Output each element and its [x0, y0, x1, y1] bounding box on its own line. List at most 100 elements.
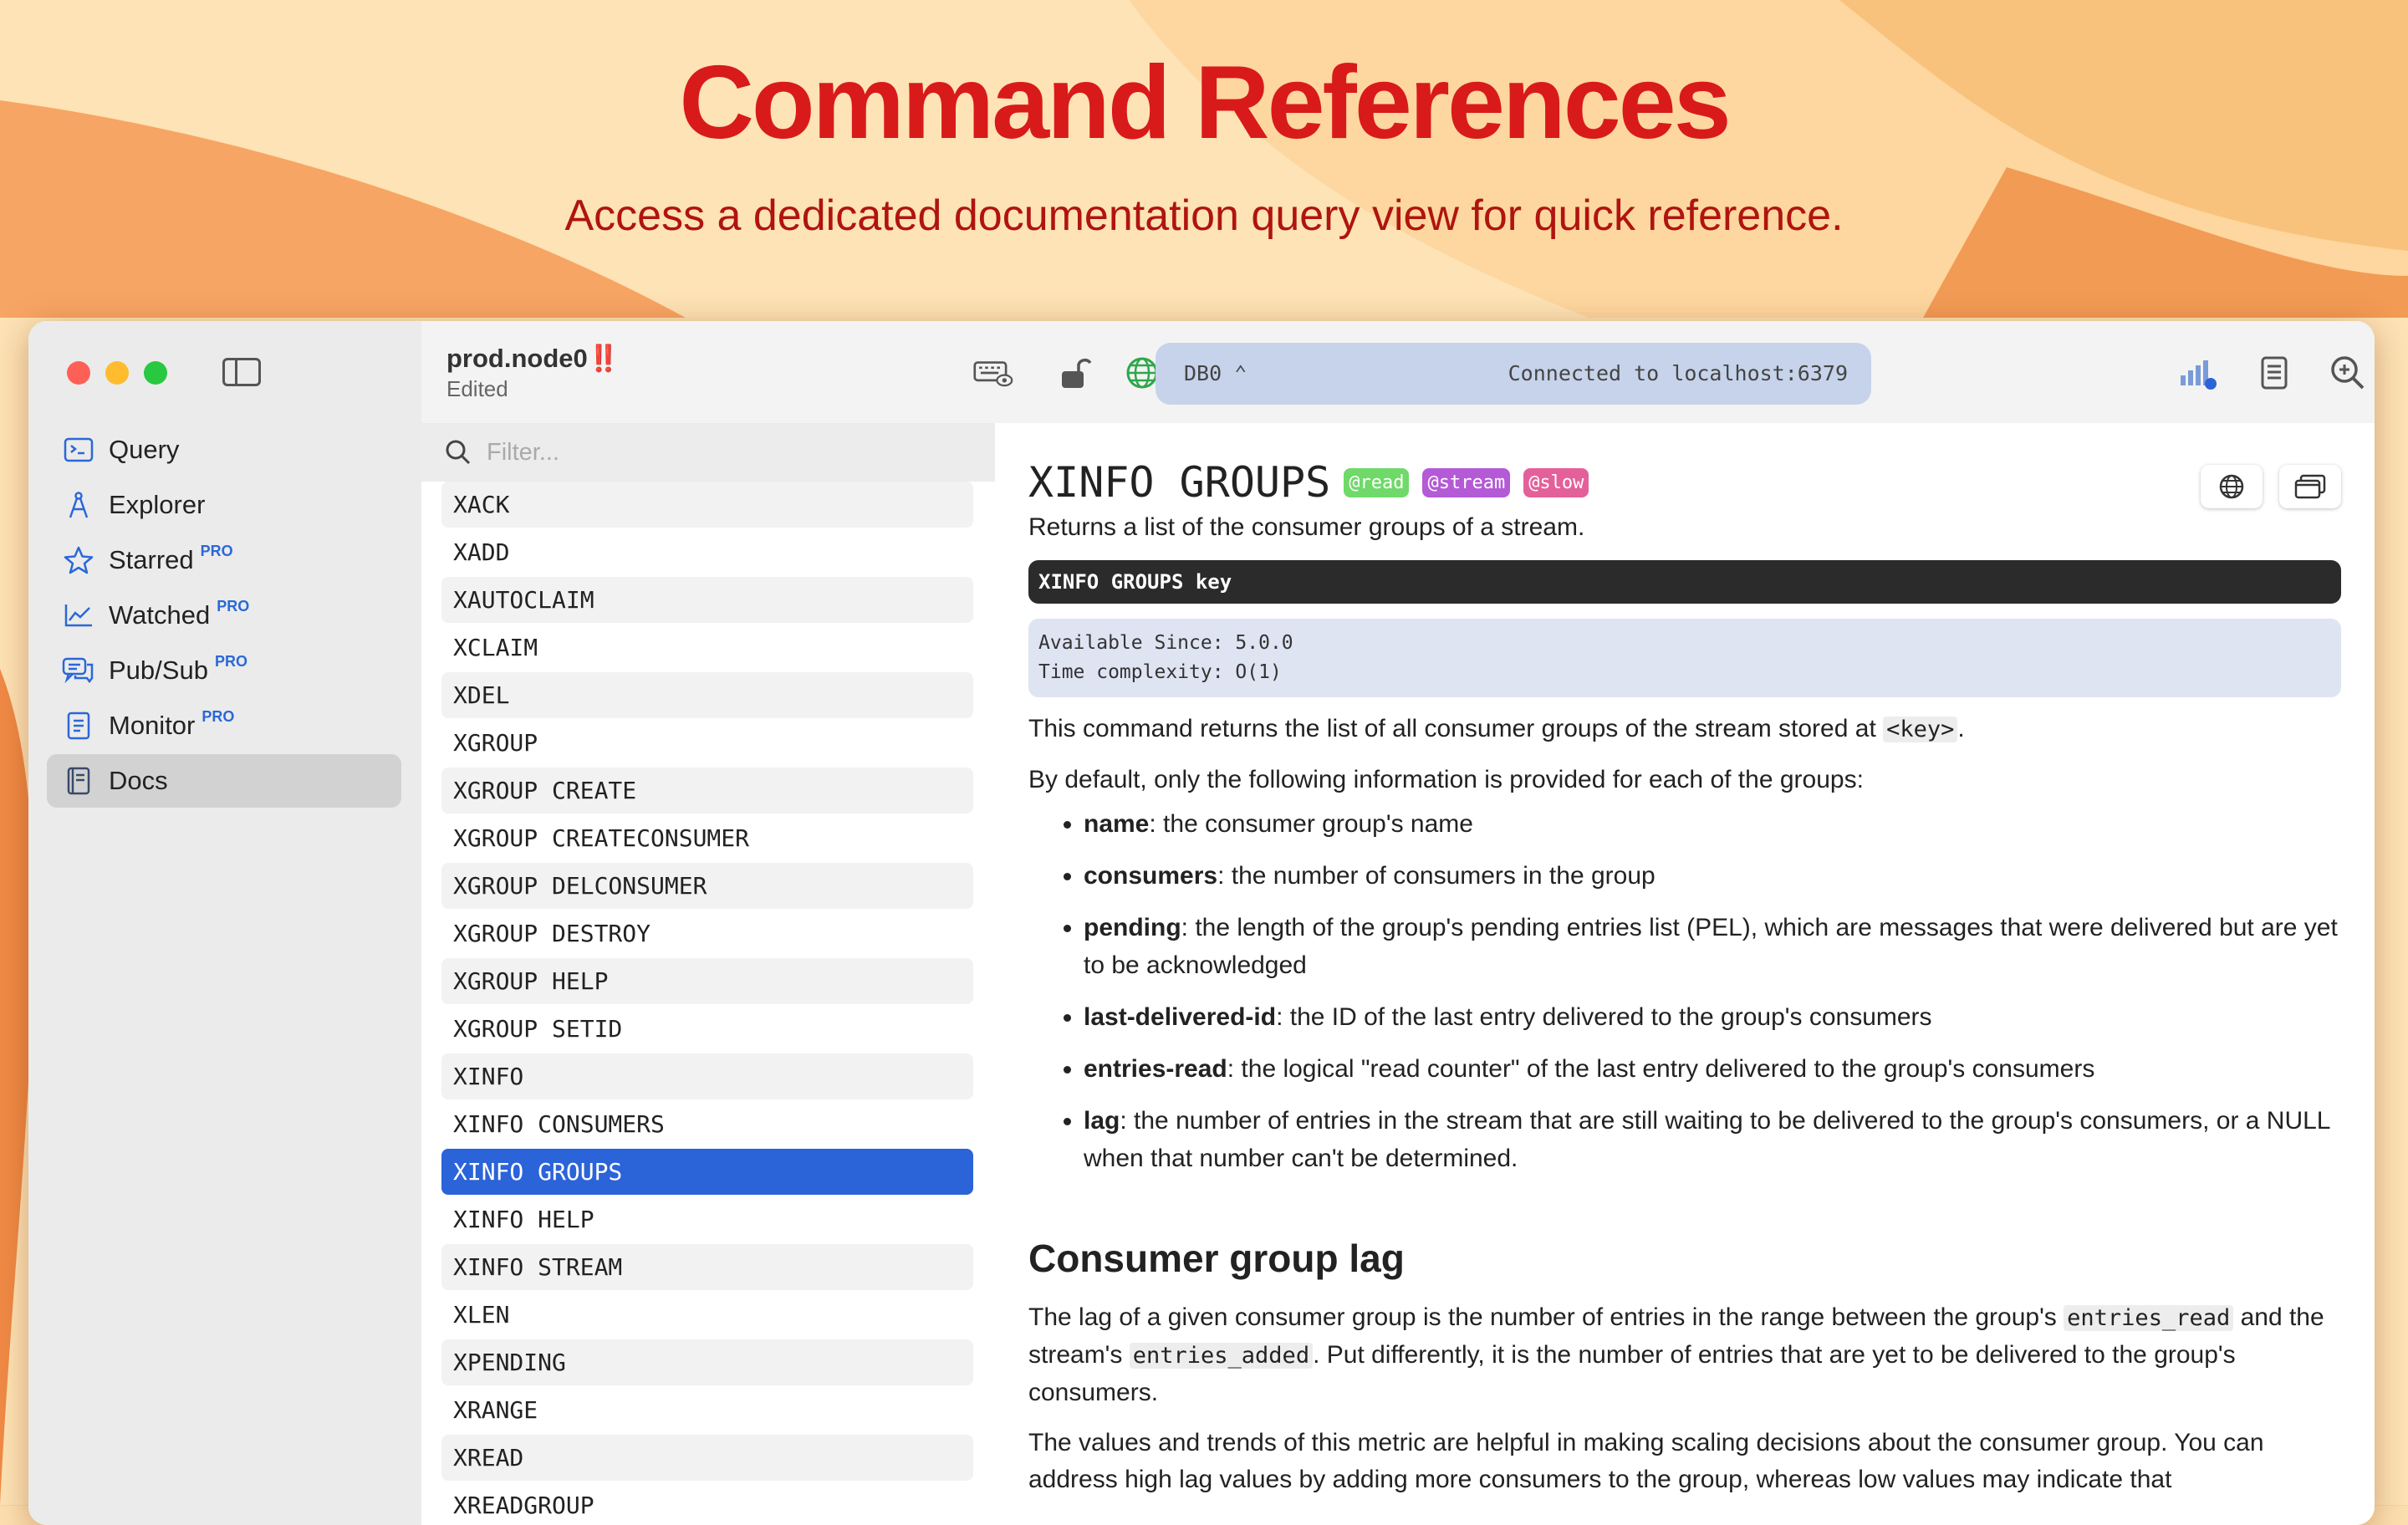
lag-paragraph-1: The lag of a given consumer group is the… [1028, 1303, 2324, 1406]
inline-code: entries_read [2064, 1305, 2234, 1331]
open-window-button[interactable] [2279, 465, 2341, 508]
connection-name: prod.node0 [446, 344, 588, 373]
sidebar-item-docs[interactable]: Docs [47, 754, 401, 808]
command-list: XACK XADD XAUTOCLAIM XCLAIM XDEL XGROUP XGROUP… [441, 482, 973, 1525]
terminal-icon [62, 433, 95, 467]
list-item: consumers: the number of consumers in th… [1084, 857, 2341, 895]
command-item[interactable]: XGROUP SETID [441, 1006, 973, 1052]
lag-paragraph-2: The values and trends of this metric are… [1028, 1429, 2264, 1493]
command-item[interactable]: XACK [441, 482, 973, 528]
search-icon [446, 440, 471, 465]
command-item[interactable]: XINFO CONSUMERS [441, 1101, 973, 1147]
zoom-window-button[interactable] [144, 361, 167, 385]
lock-open-icon[interactable] [1055, 354, 1095, 391]
inline-code: <key> [1883, 717, 1958, 742]
hero-title: Command References [679, 45, 1731, 161]
command-item[interactable]: XDEL [441, 672, 973, 718]
command-item[interactable]: XPENDING [441, 1339, 973, 1385]
command-item[interactable]: XINFO [441, 1053, 973, 1099]
syntax-block[interactable]: XINFO GROUPS key [1028, 560, 2341, 604]
command-item[interactable]: XGROUP DELCONSUMER [441, 863, 973, 909]
command-item[interactable]: XREADGROUP [441, 1482, 973, 1525]
toolbar: prod.node0‼️ Edited DB0 ⌃ Connected to l… [421, 321, 2375, 425]
available-since: Available Since: 5.0.0 [1038, 632, 1293, 654]
list-item: name: the consumer group's name [1084, 805, 2341, 843]
chart-line-icon [62, 599, 95, 632]
doc-actions [2201, 465, 2341, 508]
sidebar-item-label: Query [109, 435, 180, 464]
sidebar-item-watched[interactable]: Watched PRO [47, 589, 401, 642]
chat-bubbles-icon [62, 654, 95, 687]
doc-summary: Returns a list of the consumer groups of… [1028, 513, 1585, 541]
command-list-pane: XACKXADDXAUTOCLAIMXCLAIMXDELXGROUPXGROUP… [421, 423, 997, 1525]
sidebar-item-starred[interactable]: Starred PRO [47, 533, 401, 587]
connection-status-bar: DB0 ⌃ Connected to localhost:6379 [1156, 343, 1871, 405]
command-item[interactable]: XRANGE [441, 1387, 973, 1433]
tag-stream: @stream [1422, 467, 1511, 497]
keyboard-eye-icon[interactable] [973, 354, 1013, 391]
windows-icon [2294, 474, 2326, 499]
intro-paragraph: This command returns the list of all con… [1028, 715, 1965, 742]
book-icon [62, 764, 95, 798]
compass-icon [62, 488, 95, 522]
command-item[interactable]: XGROUP [441, 720, 973, 766]
doc-title: XINFO GROUPS [1028, 458, 1331, 507]
document-icon[interactable] [2254, 354, 2294, 391]
sidebar-item-pubsub[interactable]: Pub/Sub PRO [47, 644, 401, 697]
command-item[interactable]: XREAD [441, 1435, 973, 1481]
list-item: lag: the number of entries in the stream… [1084, 1102, 2341, 1177]
sidebar: Query Explorer Starred PRO Watched PRO P… [28, 321, 423, 1525]
filter-bar [421, 423, 995, 482]
pro-badge: PRO [214, 652, 247, 670]
sidebar-item-query[interactable]: Query [47, 423, 401, 477]
pro-badge: PRO [202, 707, 235, 725]
toggle-sidebar-icon[interactable] [222, 358, 261, 386]
hero-subtitle: Access a dedicated documentation query v… [564, 191, 1844, 240]
sidebar-item-label: Docs [109, 766, 168, 795]
documentation-pane: XINFO GROUPS @read @stream @slow Returns… [995, 423, 2375, 1525]
command-item[interactable]: XGROUP CREATECONSUMER [441, 815, 973, 861]
open-web-button[interactable] [2201, 465, 2263, 508]
command-item[interactable]: XINFO HELP [441, 1196, 973, 1242]
command-item[interactable]: XLEN [441, 1292, 973, 1338]
tag-read: @read [1344, 467, 1410, 497]
sidebar-item-label: Explorer [109, 490, 206, 519]
default-info-paragraph: By default, only the following informati… [1028, 766, 1864, 793]
sidebar-nav: Query Explorer Starred PRO Watched PRO P… [47, 423, 401, 809]
command-item[interactable]: XGROUP HELP [441, 958, 973, 1004]
star-icon [62, 543, 95, 577]
time-complexity: Time complexity: O(1) [1038, 661, 1282, 683]
sidebar-item-label: Watched [109, 600, 211, 630]
command-item-selected[interactable]: XINFO GROUPS [441, 1149, 973, 1195]
zoom-search-icon[interactable] [2328, 354, 2368, 391]
command-item[interactable]: XAUTOCLAIM [441, 577, 973, 623]
list-item: last-delivered-id: the ID of the last en… [1084, 998, 2341, 1036]
monitor-doc-icon [62, 709, 95, 742]
list-item: pending: the length of the group's pendi… [1084, 909, 2341, 984]
command-item[interactable]: XADD [441, 529, 973, 575]
command-item[interactable]: XGROUP CREATE [441, 768, 973, 814]
meta-block: Available Since: 5.0.0 Time complexity: … [1028, 619, 2341, 697]
sidebar-item-monitor[interactable]: Monitor PRO [47, 699, 401, 752]
fields-list: name: the consumer group's name consumer… [1028, 805, 2341, 1177]
stats-bars-icon[interactable] [2179, 354, 2219, 391]
connection-status: Connected to localhost:6379 [1508, 361, 1848, 385]
sidebar-item-explorer[interactable]: Explorer [47, 478, 401, 532]
command-item[interactable]: XCLAIM [441, 625, 973, 671]
command-item[interactable]: XGROUP DESTROY [441, 910, 973, 956]
connection-title[interactable]: prod.node0‼️ [446, 343, 620, 374]
globe-icon [2219, 474, 2244, 499]
sidebar-item-label: Starred [109, 545, 194, 574]
command-item[interactable]: XINFO STREAM [441, 1244, 973, 1290]
pro-badge: PRO [217, 597, 250, 615]
tag-slow: @slow [1523, 467, 1589, 497]
pro-badge: PRO [200, 542, 233, 559]
list-item: entries-read: the logical "read counter"… [1084, 1050, 2341, 1088]
close-window-button[interactable] [67, 361, 90, 385]
doc-body: Returns a list of the consumer groups of… [1028, 513, 2341, 1498]
sidebar-item-label: Monitor [109, 711, 196, 740]
db-selector[interactable]: DB0 ⌃ [1184, 361, 1247, 385]
minimize-window-button[interactable] [105, 361, 129, 385]
filter-input[interactable] [485, 437, 957, 467]
inline-code: entries_added [1129, 1343, 1314, 1369]
